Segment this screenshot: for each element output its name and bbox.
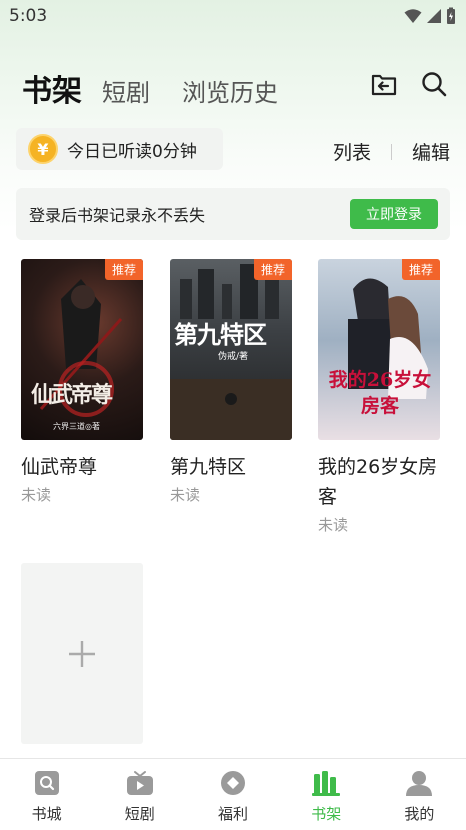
book-item[interactable]: 我的26岁女房客 推荐 我的26岁女房客 未读 — [318, 259, 444, 535]
tv-icon — [126, 769, 154, 797]
book-cover[interactable]: 第九特区 伪戒/著 推荐 — [170, 259, 292, 440]
tab-short-drama[interactable]: 短剧 — [102, 73, 150, 108]
cover-author-text: 伪戒/著 — [218, 352, 249, 362]
recommend-badge: 推荐 — [105, 259, 143, 280]
import-button[interactable] — [370, 70, 398, 98]
battery-icon — [447, 7, 455, 24]
listen-time-pill[interactable]: ¥ 今日已听读0分钟 — [16, 128, 223, 170]
divider — [390, 143, 392, 160]
cover-title-text: 第九特区 — [174, 320, 267, 349]
status-time: 5:03 — [9, 6, 48, 26]
listen-time-text: 今日已听读0分钟 — [67, 141, 197, 162]
book-cover[interactable]: 仙武帝尊 六界三道◎著 推荐 — [21, 259, 143, 440]
nav-label: 书架 — [311, 805, 342, 823]
status-bar: 5:03 — [0, 0, 466, 32]
nav-item-welfare[interactable]: 福利 — [186, 759, 279, 830]
signal-icon — [427, 9, 441, 23]
cover-title-text: 仙武帝尊 — [31, 382, 113, 408]
book-read-status: 未读 — [170, 486, 201, 504]
nav-item-bookshelf[interactable]: 书架 — [280, 759, 373, 830]
edit-button[interactable]: 编辑 — [412, 138, 450, 165]
search-button[interactable] — [420, 70, 448, 98]
nav-label: 福利 — [218, 805, 249, 823]
import-icon — [371, 74, 397, 96]
book-title[interactable]: 我的26岁女房客 — [318, 452, 444, 512]
cover-art — [39, 279, 123, 417]
book-title[interactable]: 仙武帝尊 — [21, 452, 147, 482]
nav-item-bookstore[interactable]: 书城 — [0, 759, 93, 830]
coin-icon: ¥ — [28, 134, 58, 164]
welfare-icon — [219, 769, 247, 797]
list-view-button[interactable]: 列表 — [333, 138, 371, 165]
header-actions — [370, 70, 448, 98]
bottom-nav: 书城 短剧 福利 书架 我的 — [0, 758, 466, 830]
plus-icon — [69, 640, 95, 667]
header-tabs: 书架 短剧 浏览历史 — [22, 66, 310, 110]
view-actions: 列表 编辑 — [333, 138, 450, 165]
tab-bookshelf[interactable]: 书架 — [22, 66, 82, 110]
nav-label: 我的 — [404, 805, 435, 823]
nav-label: 书城 — [31, 805, 62, 823]
book-title[interactable]: 第九特区 — [170, 452, 296, 482]
nav-item-short-drama[interactable]: 短剧 — [93, 759, 186, 830]
profile-icon — [405, 769, 433, 797]
login-banner-text: 登录后书架记录永不丢失 — [29, 206, 206, 225]
login-banner: 登录后书架记录永不丢失 立即登录 — [16, 188, 450, 240]
recommend-badge: 推荐 — [254, 259, 292, 280]
book-read-status: 未读 — [21, 486, 52, 504]
book-read-status: 未读 — [318, 516, 349, 534]
search-icon — [422, 72, 447, 97]
book-cover[interactable]: 我的26岁女房客 推荐 — [318, 259, 440, 440]
wifi-icon — [404, 9, 422, 23]
nav-label: 短剧 — [124, 805, 155, 823]
bookshelf-icon — [312, 769, 341, 797]
add-book-button[interactable] — [21, 563, 143, 744]
recommend-badge: 推荐 — [402, 259, 440, 280]
nav-item-profile[interactable]: 我的 — [373, 759, 466, 830]
login-button[interactable]: 立即登录 — [350, 199, 438, 229]
cover-title-text: 我的26岁女房客 — [328, 369, 432, 417]
status-icons — [404, 7, 456, 25]
cover-author-text: 六界三道◎著 — [53, 422, 100, 431]
tab-history[interactable]: 浏览历史 — [182, 73, 278, 108]
bookstore-icon — [33, 769, 61, 797]
book-item[interactable]: 第九特区 伪戒/著 推荐 第九特区 未读 — [170, 259, 296, 505]
book-item[interactable]: 仙武帝尊 六界三道◎著 推荐 仙武帝尊 未读 — [21, 259, 147, 505]
